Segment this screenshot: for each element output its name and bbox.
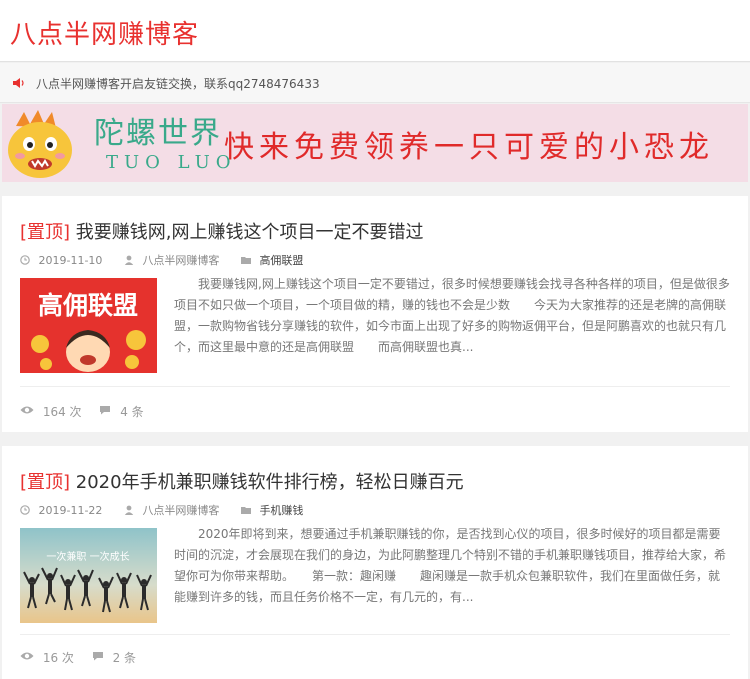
view-count: 16 次 <box>42 651 74 665</box>
post-card: [置顶] 我要赚钱网,网上赚钱这个项目一定不要错过 2019-11-10 八点半… <box>2 196 748 432</box>
post-category[interactable]: 高佣联盟 <box>259 252 303 268</box>
comment-count[interactable]: 4 条 <box>120 403 143 420</box>
post-title-text[interactable]: 2020年手机兼职赚钱软件排行榜，轻松日赚百元 <box>76 472 464 493</box>
banner-ad[interactable]: 陀螺世界 TUO LUO 快来免费领养一只可爱的小恐龙 <box>2 104 748 182</box>
clock-icon <box>20 505 30 515</box>
post-title-text[interactable]: 我要赚钱网,网上赚钱这个项目一定不要错过 <box>76 222 424 243</box>
post-thumbnail[interactable]: 高佣联盟 <box>20 278 157 373</box>
eye-icon <box>20 406 34 414</box>
banner-brand: 陀螺世界 <box>94 116 222 151</box>
banner-slogan: 快来免费领养一只可爱的小恐龙 <box>224 130 714 165</box>
notice-text: 八点半网赚博客开启友链交换，联系qq2748476433 <box>36 77 320 91</box>
post-excerpt: 我要赚钱网,网上赚钱这个项目一定不要错过，很多时候想要赚钱会找寻各种各样的项目，… <box>174 277 730 354</box>
post-thumbnail[interactable]: 一次兼职 一次成长 <box>20 528 157 623</box>
notice-bar: 八点半网赚博客开启友链交换，联系qq2748476433 <box>0 63 750 103</box>
post-card: [置顶] 2020年手机兼职赚钱软件排行榜，轻松日赚百元 2019-11-22 … <box>2 446 748 679</box>
site-title[interactable]: 八点半网赚博客 <box>10 14 199 51</box>
post-stats: 164 次 4 条 <box>20 403 144 420</box>
site-header: 八点半网赚博客 <box>0 0 750 62</box>
folder-icon <box>240 507 251 514</box>
post-meta: 2019-11-10 八点半网赚博客 高佣联盟 <box>20 252 303 268</box>
post-category[interactable]: 手机赚钱 <box>259 502 303 518</box>
post-date: 2019-11-22 <box>38 503 103 517</box>
comment-icon <box>92 652 103 661</box>
thumbnail-caption: 一次兼职 一次成长 <box>46 550 129 563</box>
divider <box>20 634 730 635</box>
post-title[interactable]: [置顶] 我要赚钱网,网上赚钱这个项目一定不要错过 <box>20 218 424 244</box>
post-excerpt: 2020年即将到来，想要通过手机兼职赚钱的你，是否找到心仪的项目，很多时候好的项… <box>174 527 727 604</box>
dinosaur-mascot-image <box>8 110 72 178</box>
comment-count[interactable]: 2 条 <box>113 649 136 666</box>
banner-brand-en: TUO LUO <box>106 152 237 173</box>
eye-icon <box>20 652 34 660</box>
post-date: 2019-11-10 <box>38 253 103 267</box>
post-author[interactable]: 八点半网赚博客 <box>142 502 219 518</box>
post-author[interactable]: 八点半网赚博客 <box>142 252 219 268</box>
jumping-people-thumbnail-image: 一次兼职 一次成长 <box>20 528 157 623</box>
clock-icon <box>20 255 30 265</box>
post-meta: 2019-11-22 八点半网赚博客 手机赚钱 <box>20 502 303 518</box>
speaker-icon <box>13 78 24 88</box>
pinned-badge: [置顶] <box>20 222 71 243</box>
user-icon <box>124 255 134 265</box>
post-stats: 16 次 2 条 <box>20 649 136 666</box>
comment-icon <box>100 406 111 415</box>
divider <box>20 386 730 387</box>
thumbnail-caption: 高佣联盟 <box>38 291 138 320</box>
user-icon <box>124 505 134 515</box>
pinned-badge: [置顶] <box>20 472 71 493</box>
post-title[interactable]: [置顶] 2020年手机兼职赚钱软件排行榜，轻松日赚百元 <box>20 468 464 494</box>
folder-icon <box>240 257 251 264</box>
gaoyong-lianmeng-thumbnail-image: 高佣联盟 <box>20 278 157 373</box>
view-count: 164 次 <box>42 405 82 419</box>
